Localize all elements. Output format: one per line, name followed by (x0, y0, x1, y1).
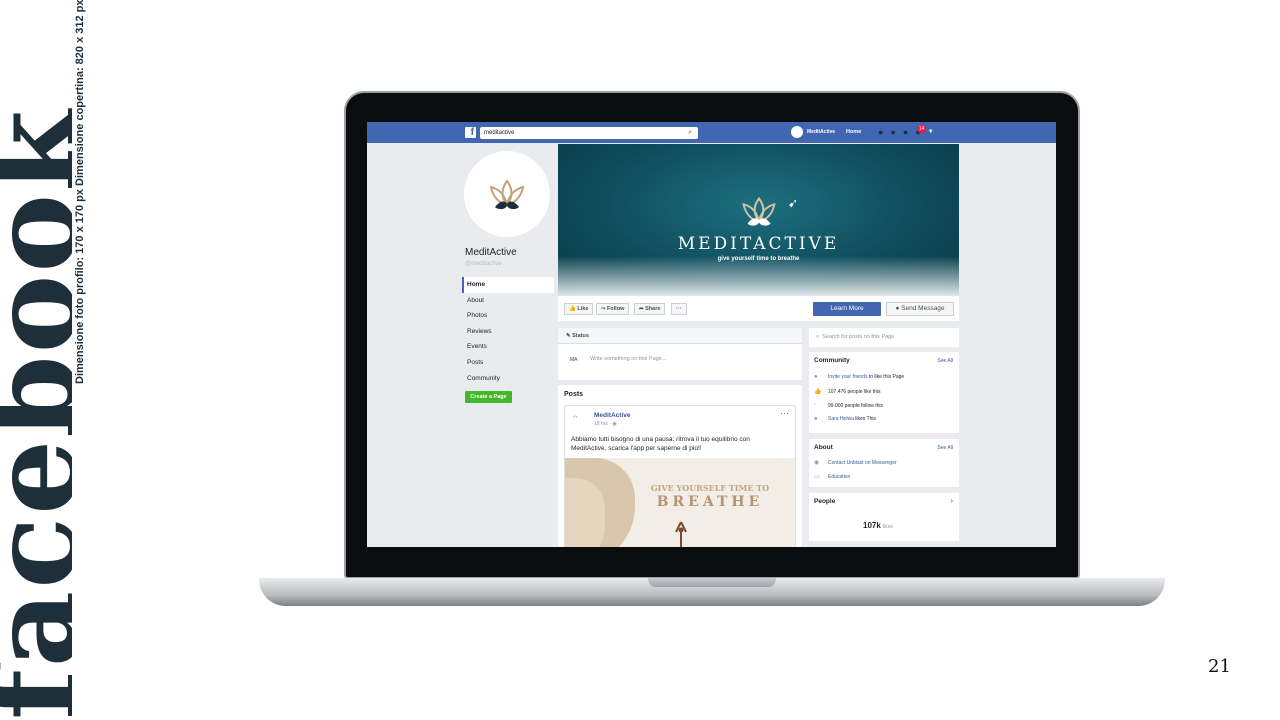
topbar-home-link[interactable]: Home (846, 129, 861, 135)
laptop-notch (648, 578, 776, 587)
more-button[interactable]: ··· (671, 303, 687, 315)
globe-icon: ◉ (612, 421, 617, 427)
community-see-all[interactable]: See All (937, 358, 953, 364)
notifications-icon[interactable]: ● (903, 127, 908, 138)
nav-item-posts[interactable]: Posts (462, 355, 554, 371)
messenger-icon[interactable]: ● (890, 127, 895, 138)
cover-photo[interactable]: ➹ MEDITACTIVE give yourself time to brea… (558, 144, 959, 296)
search-value: meditactive (484, 130, 515, 136)
post-text: Abbiamo tutti bisogno di una pausa: ritr… (571, 436, 750, 452)
post-time: 18 hrs · ◉ (594, 421, 617, 427)
about-title: About (814, 444, 833, 451)
posts-header: Posts (564, 391, 584, 398)
status-header: ✎ Status (558, 328, 802, 344)
nav-item-photos[interactable]: Photos (462, 308, 554, 324)
status-composer[interactable]: ✎ Status MA Write something on this Page… (558, 328, 802, 380)
status-placeholder[interactable]: Write something on this Page... (590, 356, 666, 362)
page-nav: Home About Photos Reviews Events Posts C… (462, 277, 554, 386)
page-search-input[interactable]: ⌕ Search for posts on this Page (809, 328, 959, 347)
people-count: 107k likes (863, 521, 894, 530)
dimensions-note: Dimensione foto profilo: 170 x 170 px Di… (74, 0, 86, 384)
facebook-page-screen: f meditactive ⌕ MeditActive Home ● ● ● ●… (367, 122, 1056, 547)
nav-item-community[interactable]: Community (462, 371, 554, 387)
chevron-right-icon[interactable]: › (950, 496, 953, 505)
messenger-icon: ◉ (814, 460, 820, 466)
likes-row: 👍 107.476 people like this (814, 388, 881, 396)
like-button[interactable]: 👍 Like (564, 303, 594, 315)
contact-row[interactable]: ◉ Contact Unblast on Messenger (814, 459, 897, 467)
cover-lotus-icon (742, 196, 776, 226)
post-options-icon[interactable]: ··· (780, 408, 789, 418)
topbar-profile[interactable]: MeditActive (791, 126, 835, 138)
posts-section: Posts ◠ MeditActive 18 hrs · ◉ ··· Abbia… (558, 385, 802, 547)
invite-row: ● Invite your friends to like this Page (814, 374, 905, 380)
friend-row: ● Sara Helwa likes This (814, 416, 876, 422)
cover-tagline: give yourself time to breathe (717, 256, 800, 262)
chevron-down-icon[interactable]: ▼ (928, 127, 934, 138)
status-avatar: MA (570, 357, 578, 363)
category-row[interactable]: ▭ Education (814, 473, 850, 481)
search-input[interactable]: meditactive ⌕ (480, 127, 698, 139)
page-name: MeditActive (465, 247, 517, 258)
post-card: ◠ MeditActive 18 hrs · ◉ ··· Abbiamo tut… (564, 405, 796, 547)
community-box: Community See All ● Invite your friends t… (809, 352, 959, 433)
cover-brand: MEDITACTIVE (677, 234, 840, 254)
friend-link[interactable]: Sara Helwa (828, 416, 854, 422)
nav-item-reviews[interactable]: Reviews (462, 324, 554, 340)
post-image-line1: GIVE YOURSELF TIME TO (650, 483, 770, 493)
avatar (791, 126, 803, 138)
nav-item-home[interactable]: Home (462, 277, 554, 293)
community-title: Community (814, 357, 850, 364)
post-image-line2: BREATHE (656, 494, 764, 510)
post-avatar: ◠ (573, 415, 578, 421)
people-box: People › 107k likes (809, 493, 959, 541)
profile-picture[interactable] (464, 151, 550, 237)
folder-icon: ▭ (814, 474, 820, 480)
friends-icon: ● (814, 416, 818, 422)
page-handle: @meditactive (465, 261, 502, 267)
action-bar: 👍 Like ⤳ Follow ➦ Share ··· Learn More ●… (558, 296, 959, 321)
people-title: People (814, 498, 836, 505)
topbar: f meditactive ⌕ MeditActive Home ● ● ● ●… (367, 122, 1056, 143)
nav-item-events[interactable]: Events (462, 339, 554, 355)
lotus-logo-icon (489, 179, 525, 210)
friends-icon[interactable]: ● (878, 127, 883, 138)
follow-button[interactable]: ⤳ Follow (596, 303, 630, 315)
learn-more-button[interactable]: Learn More (813, 302, 881, 316)
yoga-figure-icon (675, 521, 687, 547)
surfer-icon: ➹ (788, 196, 799, 210)
post-author[interactable]: MeditActive (594, 412, 630, 419)
thumbs-up-icon: 👍 (814, 389, 822, 395)
invite-icon: ● (814, 374, 818, 380)
search-icon[interactable]: ⌕ (688, 127, 692, 139)
share-button[interactable]: ➦ Share (634, 303, 666, 315)
about-box: About See All ◉ Contact Unblast on Messen… (809, 439, 959, 487)
invite-link[interactable]: Invite your friends (828, 374, 867, 380)
post-image[interactable]: GIVE YOURSELF TIME TO BREATHE (565, 458, 795, 547)
create-page-button[interactable]: Create a Page (465, 391, 512, 403)
nav-item-about[interactable]: About (462, 293, 554, 309)
send-message-button[interactable]: ● Send Message (886, 302, 954, 316)
vertical-title: facebook (0, 108, 72, 720)
follows-row: ◜ 99.000 people follow this (814, 402, 884, 410)
page-number: 21 (1208, 656, 1231, 677)
rss-icon: ◜ (814, 403, 817, 409)
topbar-user-name: MeditActive (807, 129, 836, 135)
about-see-all[interactable]: See All (937, 445, 953, 451)
notification-badge: 14 (917, 125, 926, 133)
facebook-logo-icon[interactable]: f (465, 127, 476, 138)
